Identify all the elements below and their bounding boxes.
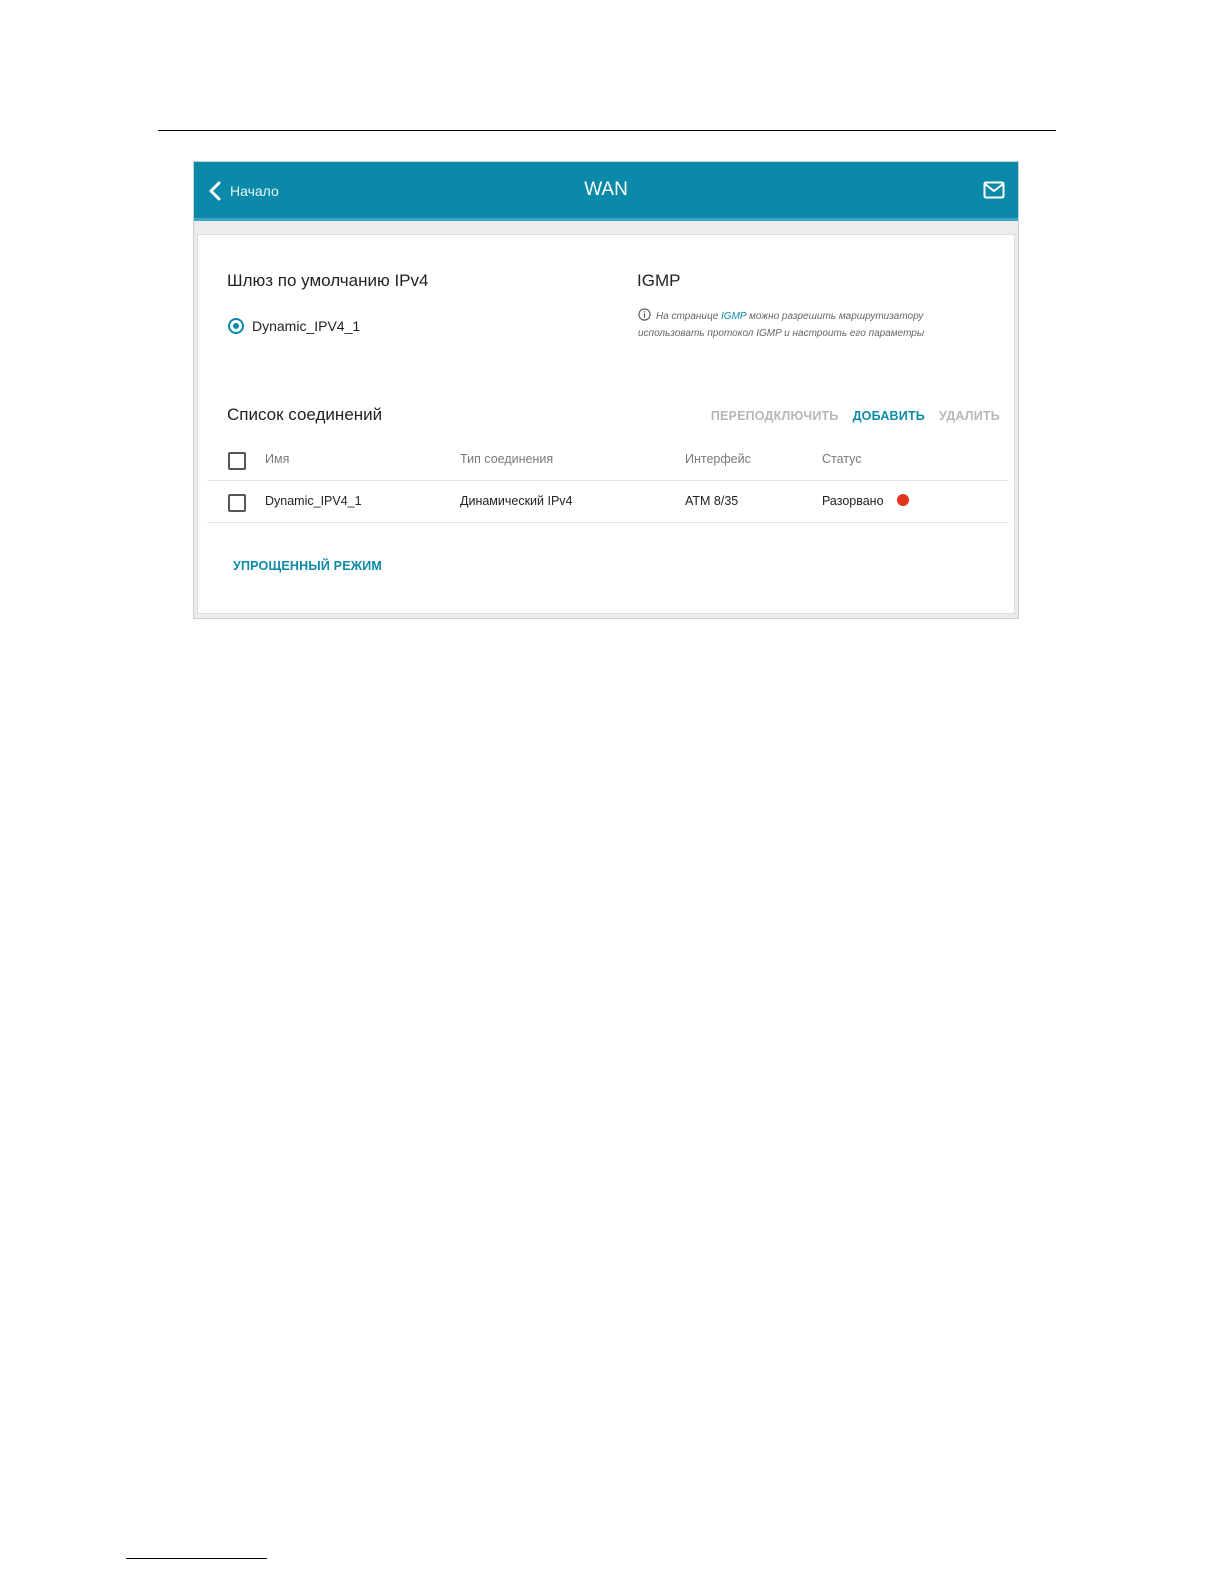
back-label: Начало (230, 183, 279, 199)
table-header-row: Имя Тип соединения Интерфейс Статус (207, 439, 1009, 481)
info-suffix: можно разрешить маршрутизатору (746, 311, 924, 322)
reconnect-button[interactable]: ПЕРЕПОДКЛЮЧИТЬ (711, 409, 839, 423)
connection-status: Разорвано (822, 494, 884, 508)
igmp-section-title: IGMP (637, 271, 681, 290)
select-all-checkbox[interactable] (228, 452, 246, 470)
simple-mode-link[interactable]: УПРОЩЕННЫЙ РЕЖИМ (233, 559, 382, 573)
gateway-radio-option[interactable]: Dynamic_IPV4_1 (228, 318, 360, 334)
connections-actions: ПЕРЕПОДКЛЮЧИТЬ ДОБАВИТЬ УДАЛИТЬ (711, 409, 1000, 423)
radio-button-selected[interactable] (228, 318, 244, 334)
status-indicator-dot (897, 494, 909, 506)
router-web-ui: Начало WAN Шлюз по умолчанию IPv4 Dynami… (193, 161, 1019, 619)
footnote-rule (126, 1558, 267, 1559)
info-icon (638, 308, 651, 321)
connection-type: Динамический IPv4 (460, 494, 573, 508)
page-header-rule (158, 130, 1056, 131)
row-checkbox[interactable] (228, 494, 246, 512)
connection-interface: ATM 8/35 (685, 494, 739, 508)
info-prefix: На странице (656, 311, 722, 322)
igmp-info-text: На странице IGMP можно разрешить маршрут… (638, 308, 978, 342)
column-header-status: Статус (822, 452, 862, 466)
igmp-link[interactable]: IGMP (721, 311, 746, 322)
content-card: Шлюз по умолчанию IPv4 Dynamic_IPV4_1 IG… (197, 234, 1015, 614)
page-title: WAN (584, 179, 628, 200)
chevron-left-icon (209, 181, 221, 201)
connections-table: Имя Тип соединения Интерфейс Статус Dyna… (207, 439, 1009, 523)
column-header-interface: Интерфейс (685, 452, 751, 466)
column-header-type: Тип соединения (460, 452, 554, 466)
gateway-radio-label: Dynamic_IPV4_1 (252, 318, 361, 334)
gateway-section-title: Шлюз по умолчанию IPv4 (227, 271, 429, 290)
connections-section-title: Список соединений (227, 405, 383, 424)
mail-icon[interactable] (983, 181, 1005, 199)
add-button[interactable]: ДОБАВИТЬ (853, 409, 925, 423)
table-row[interactable]: Dynamic_IPV4_1 Динамический IPv4 ATM 8/3… (207, 481, 1009, 523)
connection-name: Dynamic_IPV4_1 (265, 494, 362, 508)
column-header-name: Имя (265, 452, 290, 466)
back-button[interactable]: Начало (208, 179, 279, 203)
info-line-2: использовать протокол IGMP и настроить е… (638, 328, 925, 339)
top-bar-divider (194, 218, 1018, 221)
top-bar: Начало WAN (194, 162, 1018, 218)
delete-button[interactable]: УДАЛИТЬ (939, 409, 1000, 423)
